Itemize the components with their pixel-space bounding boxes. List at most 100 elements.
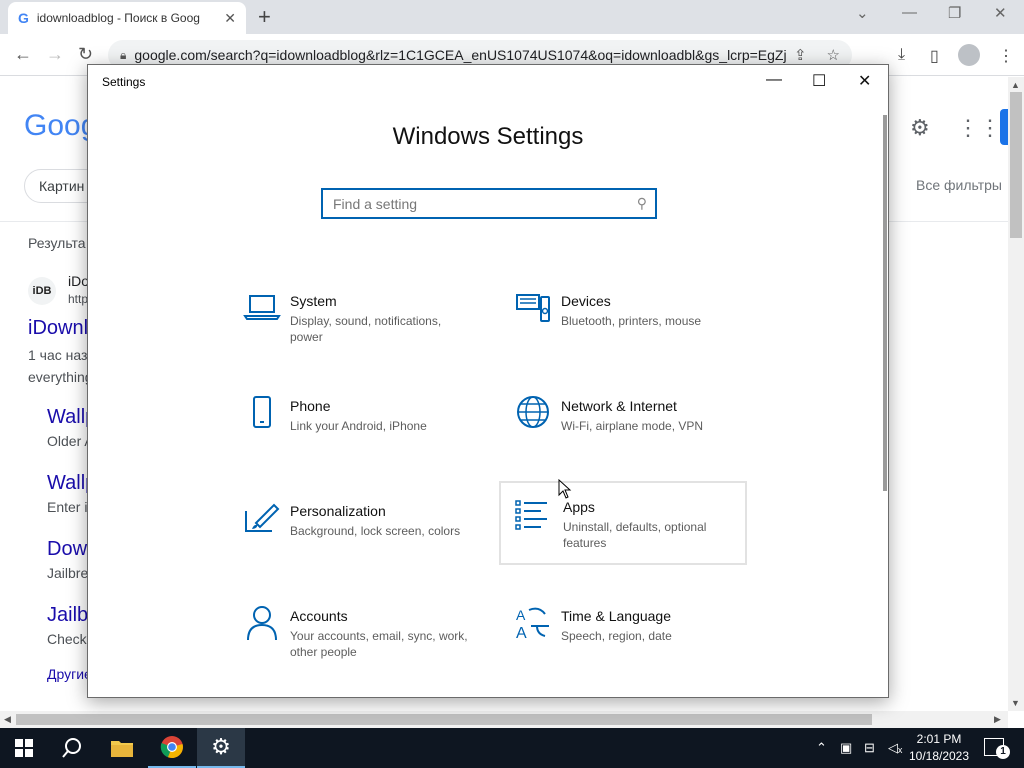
settings-window: Settings — ☐ ✕ Windows Settings ⚲ System… — [87, 64, 889, 698]
system-clock[interactable]: 2:01 PM 10/18/2023 — [906, 731, 972, 765]
tile-name: System — [290, 293, 337, 309]
tile-description: Uninstall, defaults, optional features — [563, 520, 707, 550]
address-url[interactable]: google.com/search?q=idownloadblog&rlz=1C… — [134, 47, 786, 63]
tile-name: Accounts — [290, 608, 348, 624]
tile-apps[interactable]: Apps Uninstall, defaults, optional featu… — [499, 481, 747, 565]
taskbar-settings[interactable]: ⚙ — [197, 728, 245, 768]
site-url[interactable]: http — [68, 292, 88, 306]
google-favicon-icon: G — [18, 10, 29, 26]
lock-icon[interactable]: 🔒︎ — [120, 48, 126, 63]
tile-devices[interactable]: Devices Bluetooth, printers, mouse — [505, 287, 753, 371]
chrome-icon — [160, 736, 183, 759]
close-window-button[interactable]: ✕ — [994, 4, 1007, 22]
mouse-cursor-icon — [558, 479, 572, 499]
notification-count-badge: 1 — [996, 745, 1010, 759]
network-icon[interactable]: ⊟ — [864, 740, 875, 756]
tab-search-icon[interactable]: ⌄ — [856, 4, 869, 22]
tile-network[interactable]: Network & Internet Wi-Fi, airplane mode,… — [505, 392, 753, 476]
site-name[interactable]: iDo — [68, 273, 89, 289]
all-filters-button[interactable]: Все фильтры — [916, 177, 1002, 193]
settings-minimize-button[interactable]: — — [766, 71, 782, 89]
search-input[interactable] — [323, 190, 655, 217]
scroll-down-arrow-icon[interactable]: ▼ — [1011, 698, 1020, 708]
sublink-desc: Enter i — [47, 499, 88, 515]
clock-date: 10/18/2023 — [908, 749, 970, 763]
search-icon: ⚲ — [636, 195, 647, 211]
result-snippet-2: everything — [28, 369, 93, 385]
tile-description: Link your Android, iPhone — [290, 419, 427, 433]
tile-description: Bluetooth, printers, mouse — [561, 314, 702, 328]
scroll-left-arrow-icon[interactable]: ◀ — [4, 714, 11, 725]
result-snippet-1: 1 час наз — [28, 347, 88, 363]
tile-name: Devices — [561, 293, 611, 309]
taskbar-search-button[interactable] — [48, 728, 96, 768]
tile-name: Network & Internet — [561, 398, 677, 414]
back-button[interactable]: ← — [14, 44, 32, 65]
tile-system[interactable]: System Display, sound, notifications, po… — [234, 287, 482, 371]
taskbar: ⚙ ⌃ ▣ ⊟ ◁ₓ 2:01 PM 10/18/2023 1 — [0, 728, 1024, 768]
share-icon[interactable]: ⇪ — [794, 46, 807, 64]
tile-description: Display, sound, notifications, power — [290, 314, 442, 344]
forward-button[interactable]: → — [46, 44, 64, 65]
more-results-link[interactable]: Другие — [47, 666, 92, 682]
tile-personalization[interactable]: Personalization Background, lock screen,… — [234, 497, 482, 581]
apps-list-icon — [515, 500, 547, 530]
folder-icon — [111, 741, 133, 757]
tile-time-language[interactable]: A A Time & Language Speech, region, date — [505, 602, 753, 686]
page-horizontal-scroll-thumb[interactable] — [16, 714, 872, 725]
new-tab-button[interactable]: + — [258, 4, 271, 30]
paint-icon — [245, 503, 280, 532]
search-icon — [62, 738, 81, 758]
tray-app-icon[interactable]: ▣ — [840, 740, 852, 756]
sublink-desc: Jailbre — [47, 565, 89, 581]
taskbar-file-explorer[interactable] — [98, 728, 146, 768]
page-title: Windows Settings — [392, 123, 584, 150]
scroll-up-arrow-icon[interactable]: ▲ — [1011, 80, 1020, 90]
tile-accounts[interactable]: Accounts Your accounts, email, sync, wor… — [234, 602, 482, 686]
settings-close-button[interactable]: ✕ — [858, 71, 871, 91]
tile-description: Wi-Fi, airplane mode, VPN — [561, 419, 704, 433]
page-vertical-scroll-thumb[interactable] — [1010, 92, 1022, 238]
tile-name: Apps — [563, 499, 595, 515]
chrome-menu-icon[interactable]: ⋮ — [998, 46, 1014, 66]
settings-gear-icon: ⚙ — [211, 734, 231, 759]
gear-icon[interactable]: ⚙ — [910, 115, 930, 141]
tile-description: Your accounts, email, sync, work, other … — [290, 629, 468, 659]
download-icon[interactable]: ⤓ — [898, 46, 905, 64]
restore-button[interactable]: ❐ — [948, 4, 961, 22]
settings-scrollbar[interactable] — [883, 115, 887, 491]
minimize-button[interactable]: — — [902, 4, 917, 21]
profile-avatar[interactable] — [958, 44, 980, 66]
search-box[interactable]: ⚲ — [321, 188, 657, 219]
volume-muted-icon[interactable]: ◁ₓ — [888, 740, 902, 756]
svg-text:A: A — [516, 625, 527, 642]
browser-tab-bar: G idownloadblog - Поиск в Goog ✕ + ⌄ — ❐… — [0, 0, 1024, 34]
results-count: Результа — [28, 235, 86, 251]
tab-close-button[interactable]: ✕ — [224, 10, 236, 27]
sublink-title[interactable]: Jailb — [47, 604, 88, 627]
bookmark-star-icon[interactable]: ☆ — [827, 46, 840, 64]
sign-in-button[interactable] — [1000, 109, 1008, 145]
windows-logo-icon — [15, 739, 33, 757]
start-button[interactable] — [0, 728, 48, 768]
phone-icon — [253, 396, 271, 428]
window-title: Settings — [102, 75, 146, 89]
side-panel-icon[interactable]: ▯ — [930, 46, 939, 66]
laptop-icon — [243, 295, 281, 320]
sublink-title[interactable]: Dow — [47, 538, 87, 561]
person-icon — [247, 606, 277, 641]
reload-button[interactable]: ↻ — [78, 44, 93, 65]
devices-icon — [516, 294, 550, 322]
globe-icon — [517, 396, 549, 428]
browser-tab[interactable]: G idownloadblog - Поиск в Goog ✕ — [8, 2, 246, 34]
scroll-right-arrow-icon[interactable]: ▶ — [994, 714, 1001, 725]
tile-phone[interactable]: Phone Link your Android, iPhone — [234, 392, 482, 476]
show-hidden-icons-icon[interactable]: ⌃ — [816, 740, 827, 756]
result-main-link[interactable]: iDownl — [28, 317, 88, 340]
tile-name: Personalization — [290, 503, 386, 519]
settings-maximize-button[interactable]: ☐ — [812, 71, 826, 91]
sublink-desc: Check — [47, 631, 87, 647]
taskbar-chrome[interactable] — [148, 728, 196, 768]
tile-description: Speech, region, date — [561, 629, 672, 643]
site-favicon: iDB — [28, 277, 56, 305]
